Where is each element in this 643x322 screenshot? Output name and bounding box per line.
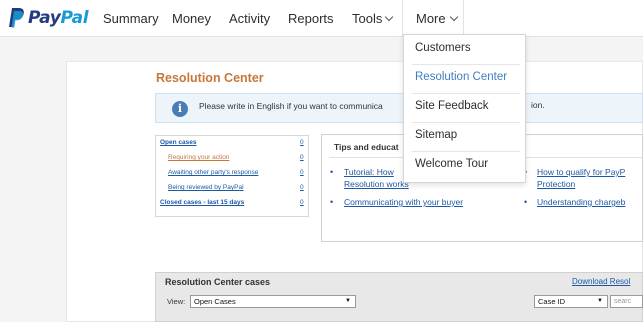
- bullet-icon: •: [524, 197, 528, 207]
- nav-tools[interactable]: Tools: [352, 11, 382, 26]
- filter-select-value: Case ID: [538, 297, 566, 306]
- dropdown-arrow-icon: ▼: [345, 298, 351, 304]
- link-tutorial-cont[interactable]: Resolution works: [344, 179, 409, 189]
- nav-more[interactable]: More: [402, 0, 464, 37]
- link-requiring-action[interactable]: Requiring your action: [168, 154, 229, 161]
- info-banner-text-end: ion.: [531, 100, 545, 110]
- menu-divider: [412, 93, 520, 94]
- menu-divider: [412, 64, 520, 65]
- menu-divider: [412, 151, 520, 152]
- nav-activity[interactable]: Activity: [229, 11, 270, 26]
- menu-item-welcome-tour[interactable]: Welcome Tour: [415, 158, 488, 170]
- filter-select[interactable]: Case ID ▼: [534, 295, 608, 308]
- link-qualify-protection-cont[interactable]: Protection: [537, 179, 575, 189]
- count-awaiting-other[interactable]: 0: [300, 169, 304, 176]
- bullet-icon: •: [330, 167, 334, 177]
- view-select-value: Open Cases: [194, 297, 236, 306]
- link-qualify-protection[interactable]: How to qualify for PayP: [537, 167, 625, 177]
- bullet-icon: •: [330, 197, 334, 207]
- dropdown-arrow-icon: ▼: [597, 298, 603, 304]
- view-label: View:: [167, 297, 186, 306]
- count-open-cases[interactable]: 0: [300, 139, 304, 146]
- menu-item-resolution-center[interactable]: Resolution Center: [415, 71, 507, 83]
- view-select[interactable]: Open Cases ▼: [190, 295, 356, 308]
- cases-section-title: Resolution Center cases: [165, 277, 271, 287]
- page-title: Resolution Center: [156, 71, 264, 85]
- menu-item-site-feedback[interactable]: Site Feedback: [415, 100, 489, 112]
- link-tutorial[interactable]: Tutorial: How: [344, 167, 394, 177]
- nav-summary[interactable]: Summary: [103, 11, 159, 26]
- link-communicating-buyer[interactable]: Communicating with your buyer: [344, 197, 463, 207]
- menu-divider: [412, 122, 520, 123]
- info-icon: i: [172, 101, 188, 117]
- link-understanding-chargebacks[interactable]: Understanding chargeb: [537, 197, 625, 207]
- menu-item-customers[interactable]: Customers: [415, 42, 471, 54]
- search-input[interactable]: searc: [610, 295, 643, 308]
- more-dropdown-menu: Customers Resolution Center Site Feedbac…: [403, 34, 526, 183]
- link-open-cases[interactable]: Open cases: [160, 139, 197, 146]
- info-banner-text: Please write in English if you want to c…: [199, 101, 383, 111]
- paypal-logo[interactable]: PayPal: [6, 7, 89, 29]
- link-awaiting-other-party[interactable]: Awaiting other party's response: [168, 169, 258, 176]
- count-being-reviewed[interactable]: 0: [300, 184, 304, 191]
- link-closed-cases[interactable]: Closed cases - last 15 days: [160, 199, 244, 206]
- info-banner: i Please write in English if you want to…: [155, 93, 643, 123]
- nav-reports[interactable]: Reports: [288, 11, 334, 26]
- paypal-mark-icon: [9, 8, 24, 28]
- menu-item-sitemap[interactable]: Sitemap: [415, 129, 457, 141]
- paypal-wordmark: PayPal: [28, 8, 89, 28]
- count-closed-cases[interactable]: 0: [300, 199, 304, 206]
- nav-more-label: More: [416, 11, 446, 26]
- nav-money[interactable]: Money: [172, 11, 211, 26]
- link-being-reviewed[interactable]: Being reviewed by PayPal: [168, 184, 244, 191]
- more-chevron-down-icon: [449, 12, 459, 22]
- tips-title: Tips and educat: [334, 142, 399, 152]
- count-requiring-action[interactable]: 0: [300, 154, 304, 161]
- download-link[interactable]: Download Resol: [572, 277, 630, 286]
